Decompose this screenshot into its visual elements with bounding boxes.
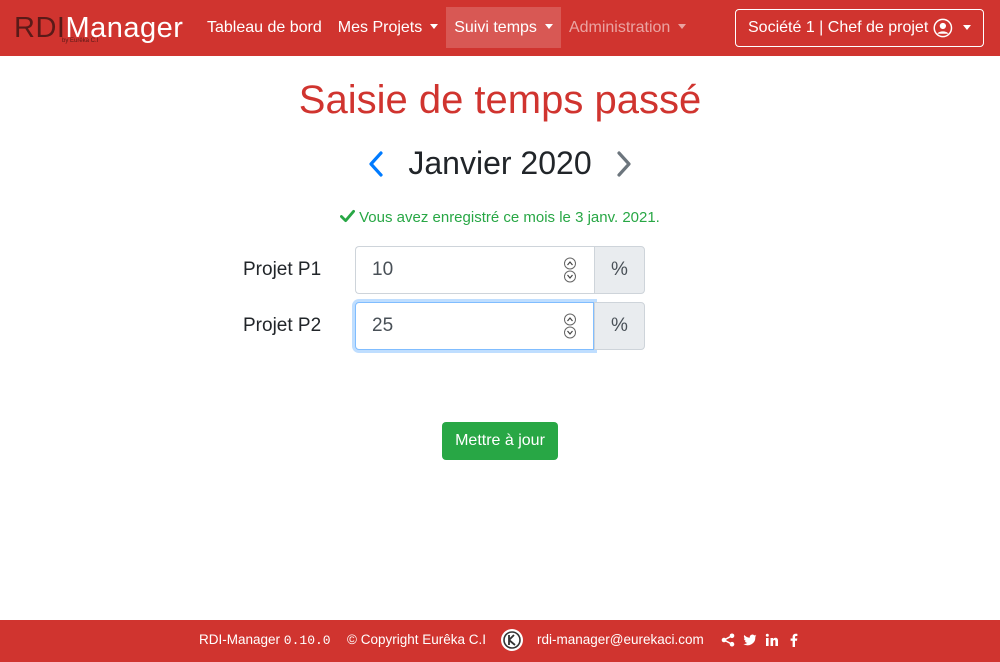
saved-status-message: Vous avez enregistré ce mois le 3 janv. … xyxy=(0,208,1000,228)
caret-down-icon xyxy=(544,24,553,29)
project-row: Projet P2 % xyxy=(243,302,645,350)
twitter-icon[interactable] xyxy=(743,633,757,647)
percent-addon: % xyxy=(594,246,645,294)
nav-time-tracking[interactable]: Suivi temps xyxy=(446,7,561,48)
project-row: Projet P1 % xyxy=(243,246,645,294)
eureka-logo-icon xyxy=(501,629,523,651)
project-label: Projet P2 xyxy=(243,315,322,336)
user-circle-icon xyxy=(933,18,953,38)
brand-byline: by Eurêka C.I xyxy=(62,38,99,44)
project-p2-percent-input[interactable] xyxy=(355,302,594,350)
facebook-icon[interactable] xyxy=(787,633,801,647)
spinner-arrows-icon[interactable] xyxy=(562,313,578,339)
percent-input-group: % xyxy=(355,246,645,294)
footer-email-link[interactable]: rdi-manager@eurekaci.com xyxy=(537,620,704,660)
main-nav: Tableau de bord Mes Projets Suivi temps … xyxy=(199,7,694,48)
nav-administration[interactable]: Administration xyxy=(561,7,694,48)
spinner-arrows-icon[interactable] xyxy=(562,257,578,283)
nav-my-projects[interactable]: Mes Projets xyxy=(330,7,446,48)
share-icon[interactable] xyxy=(721,633,735,647)
project-p1-percent-input[interactable] xyxy=(355,246,594,294)
caret-down-icon xyxy=(963,24,971,30)
saved-status-text: Vous avez enregistré ce mois le 3 janv. … xyxy=(359,209,660,226)
brand-logo[interactable]: RDIManager by Eurêka C.I xyxy=(14,10,186,46)
footer: RDI-Manager 0.10.0 © Copyright Eurêka C.… xyxy=(0,620,1000,662)
footer-copyright: © Copyright Eurêka C.I xyxy=(347,632,487,647)
page-title: Saisie de temps passé xyxy=(298,78,702,122)
update-button[interactable]: Mettre à jour xyxy=(442,422,558,460)
percent-addon: % xyxy=(594,302,645,350)
percent-input-group: % xyxy=(355,302,645,350)
footer-app-name: RDI-Manager xyxy=(199,632,281,647)
check-icon xyxy=(340,209,356,223)
project-label: Projet P1 xyxy=(243,259,322,280)
chevron-right-icon[interactable] xyxy=(607,148,639,180)
month-selector: Janvier 2020 xyxy=(0,140,1000,188)
linkedin-icon[interactable] xyxy=(765,633,779,647)
month-label: Janvier 2020 xyxy=(408,145,592,181)
account-label: Société 1 | Chef de projet xyxy=(748,19,929,36)
brand-name-rdi: RDI xyxy=(14,12,66,44)
nav-dashboard[interactable]: Tableau de bord xyxy=(199,7,330,48)
top-navbar: RDIManager by Eurêka C.I Tableau de bord… xyxy=(0,0,1000,56)
footer-version: 0.10.0 xyxy=(283,633,331,648)
caret-down-icon xyxy=(430,24,439,29)
caret-down-icon xyxy=(678,24,687,29)
account-dropdown-button[interactable]: Société 1 | Chef de projet xyxy=(735,9,984,47)
